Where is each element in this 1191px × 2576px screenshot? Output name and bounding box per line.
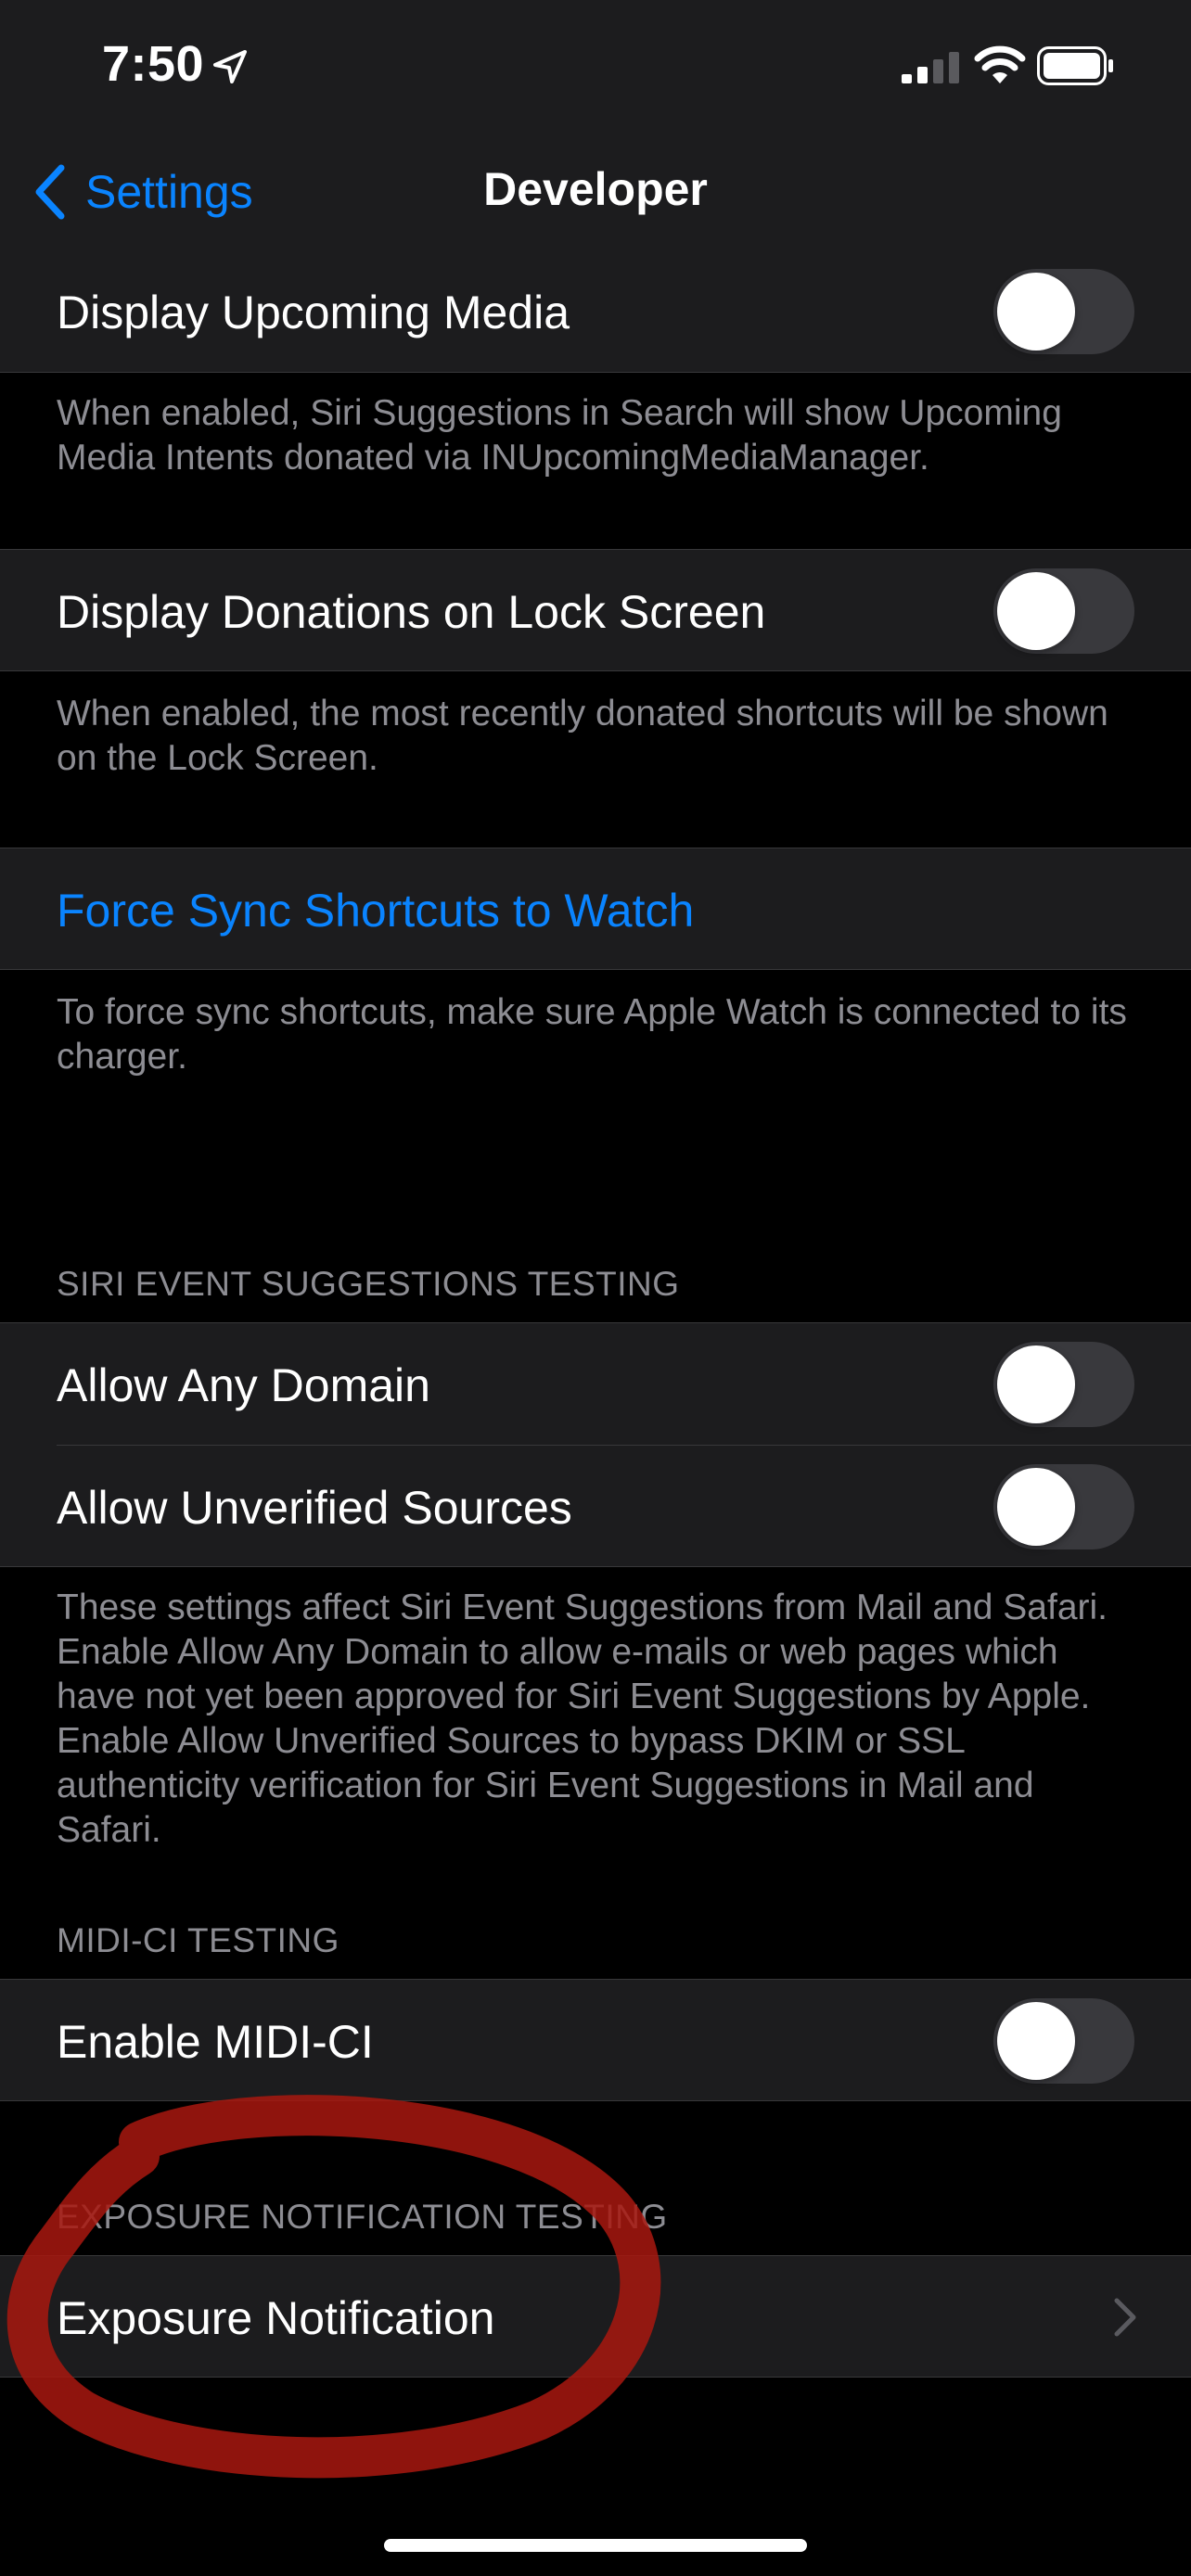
row-label: Allow Any Domain [57,1359,430,1411]
status-time: 7:50 [102,36,205,92]
battery-icon [1037,46,1113,85]
row-label: Force Sync Shortcuts to Watch [57,885,695,937]
siri-event-group: Allow Any Domain Allow Unverified Source… [0,1322,1191,1567]
toggle-knob [997,1468,1075,1546]
page-title: Developer [483,163,708,215]
row-label: Exposure Notification [57,2292,495,2344]
allow-unverified-sources-toggle[interactable] [993,1464,1134,1549]
toggle-knob [997,2002,1075,2080]
allow-any-domain-toggle[interactable] [993,1342,1134,1427]
wifi-icon [974,45,1026,83]
signal-icon [902,52,959,83]
row-divider [57,1445,1191,1446]
donations-footer: When enabled, the most recently donated … [57,694,1108,778]
section-header-midi: MIDI-CI TESTING [57,1921,339,1959]
row-display-donations: Display Donations on Lock Screen [0,549,1191,671]
row-label: Display Upcoming Media [57,287,570,338]
force-sync-button[interactable]: Force Sync Shortcuts to Watch [0,848,1191,970]
display-donations-toggle[interactable] [993,568,1134,654]
row-label: Allow Unverified Sources [57,1482,572,1534]
row-label: Display Donations on Lock Screen [57,586,766,638]
row-label: Enable MIDI-CI [57,2016,374,2068]
row-display-upcoming-media: Display Upcoming Media [0,252,1191,373]
toggle-knob [997,273,1075,351]
siri-event-footer: These settings affect Siri Event Suggest… [57,1588,1108,1850]
toggle-knob [997,572,1075,650]
section-header-siri-event: SIRI EVENT SUGGESTIONS TESTING [57,1265,680,1303]
location-arrow-icon [213,50,247,83]
chevron-right-icon [1114,2298,1136,2337]
enable-midi-toggle[interactable] [993,1998,1134,2084]
home-indicator[interactable] [384,2539,807,2552]
upcoming-media-footer: When enabled, Siri Suggestions in Search… [57,393,1062,478]
exposure-notification-row[interactable]: Exposure Notification [0,2255,1191,2378]
row-enable-midi: Enable MIDI-CI [0,1979,1191,2101]
display-upcoming-media-toggle[interactable] [993,269,1134,354]
toggle-knob [997,1345,1075,1423]
force-sync-footer: To force sync shortcuts, make sure Apple… [57,992,1127,1077]
section-header-exposure: EXPOSURE NOTIFICATION TESTING [57,2198,668,2236]
